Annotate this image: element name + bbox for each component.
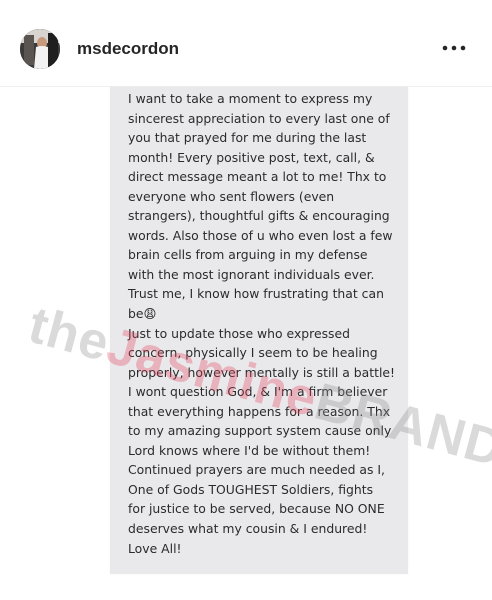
username[interactable]: msdecordon: [77, 39, 179, 59]
more-horizontal-icon: [442, 45, 466, 51]
post-image[interactable]: I want to take a moment to express my si…: [0, 87, 492, 600]
note-text: I want to take a moment to express my si…: [128, 91, 395, 556]
watermark-part-1: the: [22, 295, 116, 373]
avatar[interactable]: [20, 29, 60, 69]
avatar-photo: [20, 29, 60, 69]
post-header: msdecordon: [0, 0, 492, 87]
instagram-post: msdecordon I want to take a moment to ex…: [0, 0, 492, 600]
more-options-button[interactable]: [441, 35, 467, 61]
